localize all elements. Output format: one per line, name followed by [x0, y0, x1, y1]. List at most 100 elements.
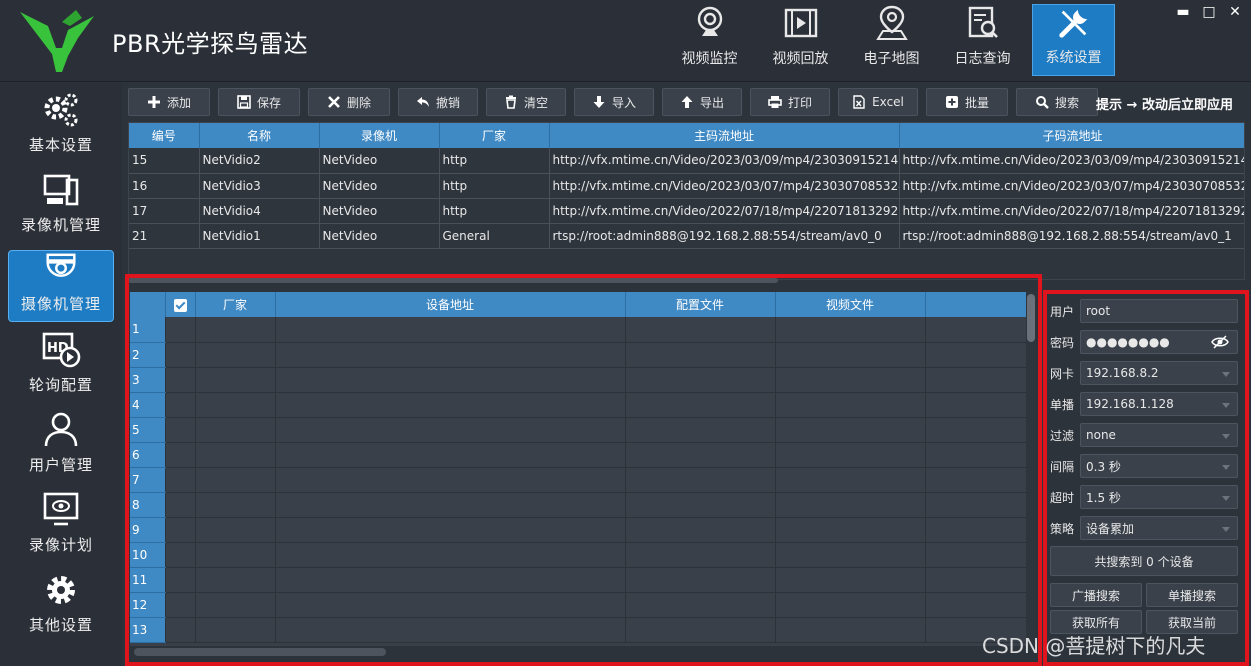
unicast-search-button[interactable]: 单播搜索 [1146, 583, 1238, 607]
grid-row[interactable]: 7 [130, 467, 1026, 493]
cell-empty[interactable] [925, 367, 1026, 393]
column-header[interactable]: 设备地址 [275, 292, 626, 317]
save-button[interactable]: 保存 [218, 88, 300, 116]
cell-device-address[interactable] [275, 342, 626, 368]
cell-vendor[interactable]: http [439, 173, 550, 199]
cell-empty[interactable] [925, 392, 1026, 418]
cell-config-file[interactable] [625, 517, 776, 543]
filter-select[interactable]: none [1080, 423, 1238, 447]
cell-device-address[interactable] [275, 467, 626, 493]
nav-system-settings[interactable]: 系统设置 [1032, 4, 1115, 76]
cell-recorder[interactable]: NetVideo [319, 223, 440, 249]
nic-select[interactable]: 192.168.8.2 [1080, 361, 1238, 385]
grid-row[interactable]: 6 [130, 442, 1026, 468]
grid-row[interactable]: 1 [130, 317, 1026, 343]
excel-button[interactable]: Excel [838, 88, 918, 116]
row-checkbox[interactable] [165, 592, 196, 618]
cell-device-address[interactable] [275, 367, 626, 393]
strategy-select[interactable]: 设备累加 [1080, 516, 1238, 540]
cell-recorder[interactable]: NetVideo [319, 173, 440, 199]
cell-vendor[interactable] [195, 442, 276, 468]
cell-vendor[interactable] [195, 567, 276, 593]
cell-config-file[interactable] [625, 492, 776, 518]
sidebar-item-camera-management[interactable]: 摄像机管理 [8, 250, 114, 322]
add-button[interactable]: 添加 [128, 88, 210, 116]
cell-vendor[interactable]: General [439, 223, 550, 249]
column-header[interactable]: 录像机 [319, 123, 440, 148]
grid-row[interactable]: 11 [130, 567, 1026, 593]
cell-video-file[interactable] [775, 392, 926, 418]
row-checkbox[interactable] [165, 442, 196, 468]
sidebar-item-other-settings[interactable]: 其他设置 [8, 570, 114, 642]
cell-vendor[interactable]: http [439, 198, 550, 224]
cell-config-file[interactable] [625, 592, 776, 618]
cell-video-file[interactable] [775, 367, 926, 393]
cell-video-file[interactable] [775, 492, 926, 518]
column-header[interactable]: 名称 [199, 123, 320, 148]
cell-id[interactable]: 21 [129, 223, 200, 249]
cell-device-address[interactable] [275, 417, 626, 443]
cell-video-file[interactable] [775, 317, 926, 343]
eye-hidden-icon[interactable] [1211, 335, 1229, 349]
row-checkbox[interactable] [165, 542, 196, 568]
cell-sub-stream[interactable]: http://vfx.mtime.cn/Video/2023/03/09/mp4… [899, 148, 1244, 174]
grid-row[interactable]: 12 [130, 592, 1026, 618]
cell-config-file[interactable] [625, 542, 776, 568]
cell-name[interactable]: NetVidio2 [199, 148, 320, 174]
minimize-button[interactable]: ▬ [1175, 4, 1191, 20]
cell-vendor[interactable] [195, 492, 276, 518]
grid-row[interactable]: 2 [130, 342, 1026, 368]
column-header[interactable]: 配置文件 [625, 292, 776, 317]
nav-video-monitor[interactable]: 视频监控 [668, 4, 751, 76]
cell-config-file[interactable] [625, 367, 776, 393]
row-checkbox[interactable] [165, 567, 196, 593]
cell-config-file[interactable] [625, 417, 776, 443]
cell-main-stream[interactable]: rtsp://root:admin888@192.168.2.88:554/st… [549, 223, 900, 249]
cell-recorder[interactable]: NetVideo [319, 148, 440, 174]
cell-config-file[interactable] [625, 317, 776, 343]
cell-vendor[interactable] [195, 342, 276, 368]
cell-empty[interactable] [925, 442, 1026, 468]
grid-row[interactable]: 13 [130, 617, 1026, 643]
cell-video-file[interactable] [775, 342, 926, 368]
cell-vendor[interactable] [195, 467, 276, 493]
table-row[interactable]: 17 NetVidio4 NetVideo http http://vfx.mt… [129, 198, 1244, 224]
sidebar-item-polling-config[interactable]: HD 轮询配置 [8, 330, 114, 402]
cell-video-file[interactable] [775, 592, 926, 618]
cell-vendor[interactable] [195, 617, 276, 643]
grid-row[interactable]: 10 [130, 542, 1026, 568]
cell-empty[interactable] [925, 542, 1026, 568]
column-header[interactable]: 主码流地址 [549, 123, 900, 148]
cell-main-stream[interactable]: http://vfx.mtime.cn/Video/2023/03/07/mp4… [549, 173, 900, 199]
cell-video-file[interactable] [775, 567, 926, 593]
cell-empty[interactable] [925, 592, 1026, 618]
cell-video-file[interactable] [775, 542, 926, 568]
delete-button[interactable]: 删除 [308, 88, 390, 116]
table-row[interactable]: 16 NetVidio3 NetVideo http http://vfx.mt… [129, 173, 1244, 199]
cell-config-file[interactable] [625, 617, 776, 643]
cell-main-stream[interactable]: http://vfx.mtime.cn/Video/2022/07/18/mp4… [549, 198, 900, 224]
cell-vendor[interactable] [195, 367, 276, 393]
row-checkbox[interactable] [165, 367, 196, 393]
table-row[interactable]: 15 NetVidio2 NetVideo http http://vfx.mt… [129, 148, 1244, 174]
cell-config-file[interactable] [625, 392, 776, 418]
cell-vendor[interactable] [195, 392, 276, 418]
scrollbar-thumb[interactable] [1027, 294, 1035, 342]
cell-id[interactable]: 15 [129, 148, 200, 174]
row-checkbox[interactable] [165, 392, 196, 418]
cell-video-file[interactable] [775, 442, 926, 468]
cell-video-file[interactable] [775, 467, 926, 493]
password-input[interactable]: ●●●●●●●● [1080, 330, 1238, 354]
sidebar-item-user-management[interactable]: 用户管理 [8, 410, 114, 482]
cell-device-address[interactable] [275, 617, 626, 643]
batch-button[interactable]: 批量 [926, 88, 1008, 116]
column-header[interactable]: 编号 [129, 123, 200, 148]
cell-name[interactable]: NetVidio3 [199, 173, 320, 199]
cell-video-file[interactable] [775, 417, 926, 443]
cell-main-stream[interactable]: http://vfx.mtime.cn/Video/2023/03/09/mp4… [549, 148, 900, 174]
cell-name[interactable]: NetVidio1 [199, 223, 320, 249]
cell-device-address[interactable] [275, 517, 626, 543]
nav-video-playback[interactable]: 视频回放 [759, 4, 842, 76]
cell-vendor[interactable]: http [439, 148, 550, 174]
maximize-button[interactable]: □ [1201, 4, 1217, 20]
